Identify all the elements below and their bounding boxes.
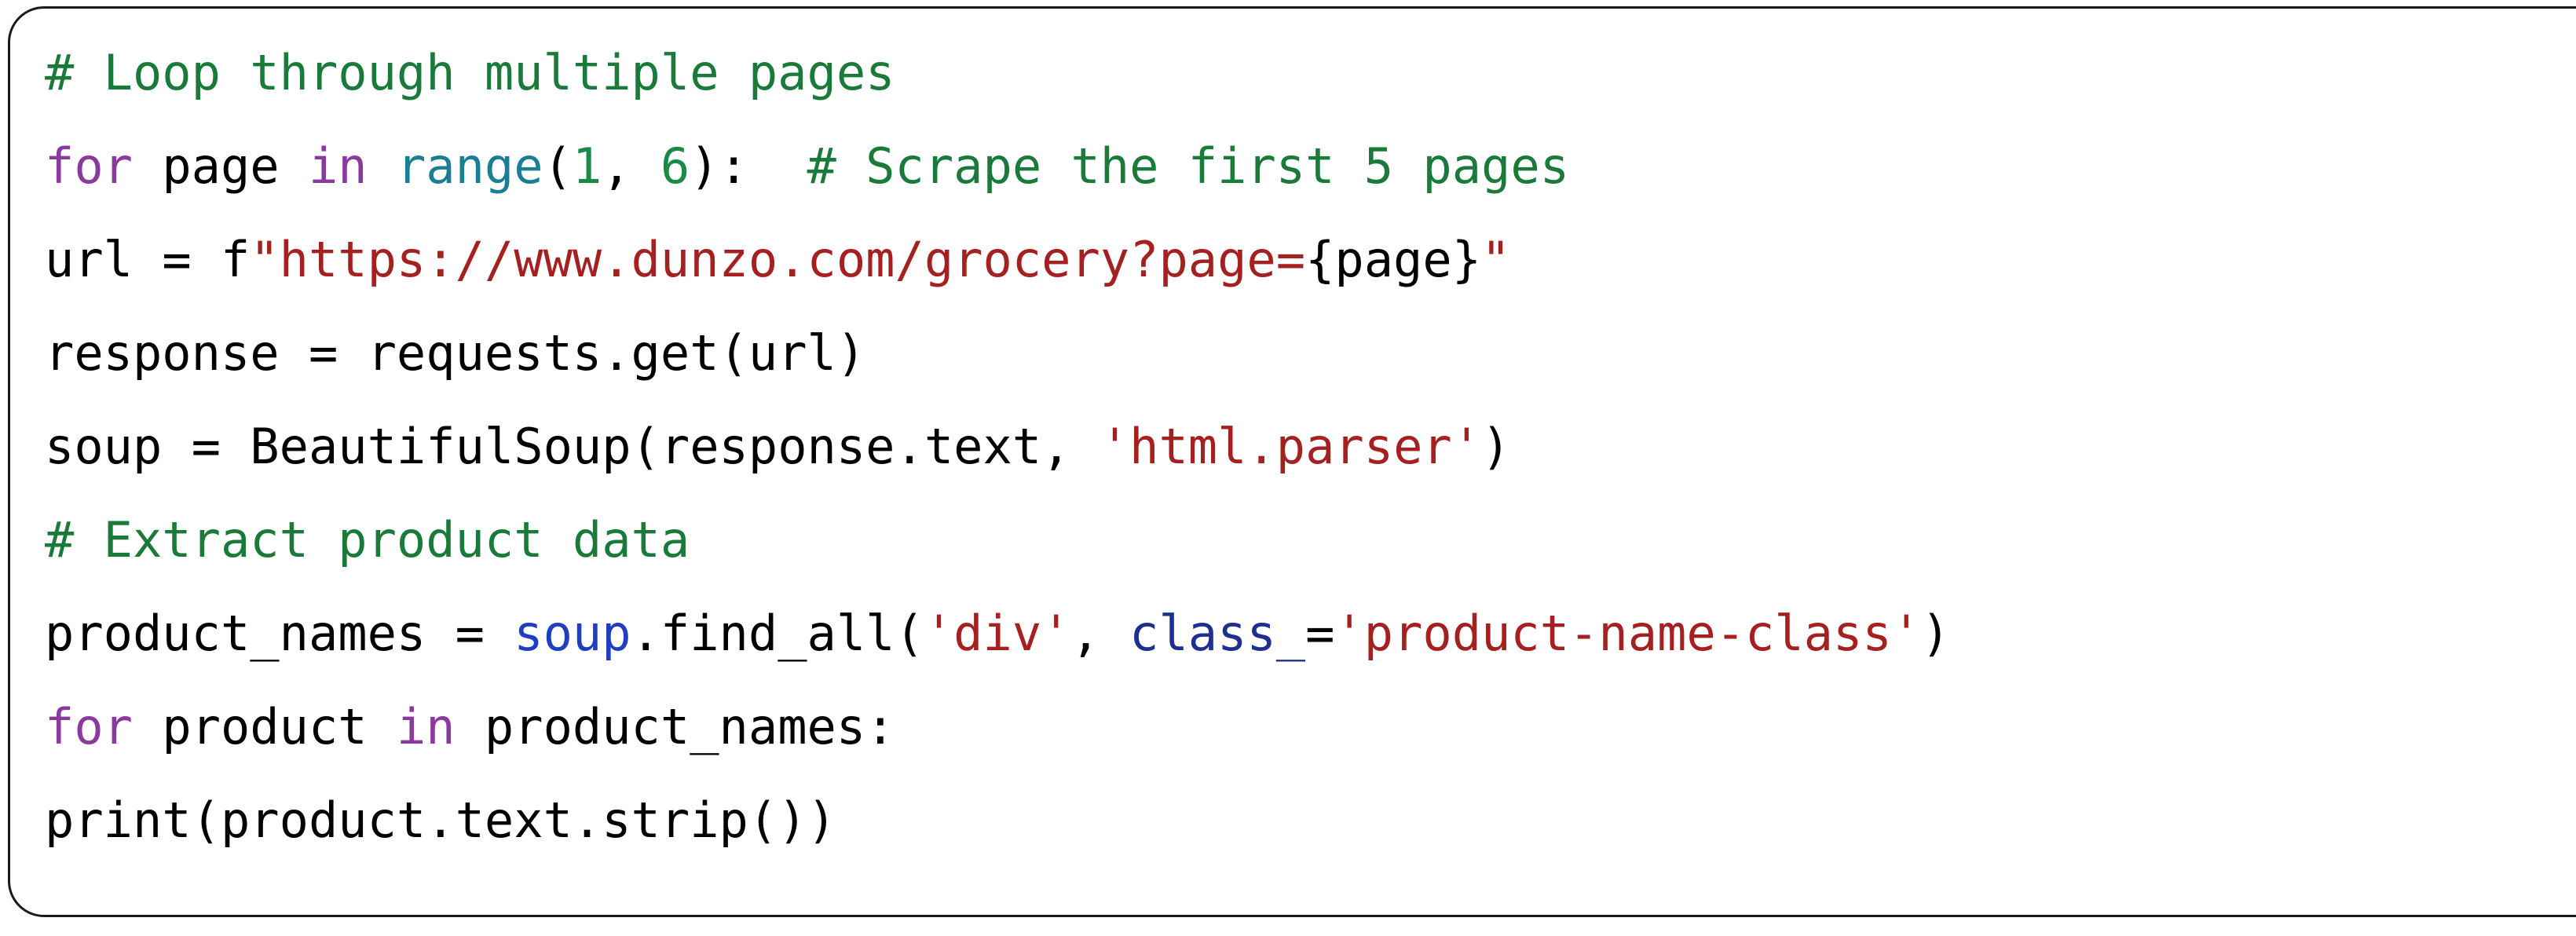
code-token-variable: product_names (484, 698, 866, 755)
code-line: for product in product_names: (45, 680, 1950, 773)
code-token-plain: = (426, 605, 514, 662)
code-line: response = requests.get(url) (45, 306, 1950, 400)
code-token-variable: response (45, 324, 280, 382)
code-line: # Extract product data (45, 493, 1950, 587)
code-token-fstring_prefix: f (220, 231, 251, 288)
code-token-plain: = (162, 231, 192, 288)
code-token-string: "https://www.dunzo.com/grocery?page= (250, 231, 1306, 288)
code-token-string: 'div' (924, 605, 1071, 662)
code-token-keyword: for (45, 137, 133, 195)
code-token-variable: product (162, 698, 368, 755)
code-token-plain: .text, (895, 418, 1100, 475)
code-token-comment: # Scrape the first 5 pages (807, 137, 1570, 195)
code-line: url = f"https://www.dunzo.com/grocery?pa… (45, 213, 1950, 306)
code-snippet-card: # Loop through multiple pages for page i… (8, 6, 2576, 917)
code-token-number: 6 (660, 137, 690, 195)
code-token-plain: ) (836, 324, 866, 382)
code-token-variable: response (660, 418, 895, 475)
code-token-plain: ) (1920, 605, 1951, 662)
code-token-interpolation: {page} (1305, 231, 1482, 288)
code-token-variable: url (748, 324, 836, 382)
code-token-string: 'html.parser' (1100, 418, 1482, 475)
code-token-plain: = (162, 418, 251, 475)
code-line: product_names = soup.find_all('div', cla… (45, 587, 1950, 680)
code-line: for page in range(1, 6): # Scrape the fi… (45, 119, 1950, 213)
code-token-plain: : (865, 698, 895, 755)
code-token-comment: # Loop through multiple pages (45, 44, 895, 101)
code-token-variable: soup (45, 418, 163, 475)
code-token-variable: url (45, 231, 133, 288)
code-token-string: 'product-name-class' (1334, 605, 1921, 662)
code-token-plain: ) (1481, 418, 1511, 475)
code-token-plain: ): (690, 137, 748, 195)
code-token-string: " (1481, 231, 1511, 288)
code-token-variable: product (220, 792, 426, 849)
code-token-print_builtin: print (45, 792, 192, 849)
code-token-plain: requests.get( (367, 324, 748, 382)
code-token-plain: .find_all( (631, 605, 924, 662)
code-token-keyword: in (308, 137, 368, 195)
code-token-soup: soup (514, 605, 631, 662)
code-token-keyword: for (45, 698, 133, 755)
code-token-variable: page (162, 137, 280, 195)
code-token-builtin: range (396, 137, 543, 195)
code-token-comment: # Extract product data (45, 511, 690, 569)
code-token-number: 1 (572, 137, 602, 195)
code-token-keyword: in (396, 698, 456, 755)
code-token-plain: ( (191, 792, 221, 849)
code-block[interactable]: # Loop through multiple pages for page i… (45, 26, 1950, 867)
code-token-plain: ( (543, 137, 573, 195)
code-token-plain: , (602, 137, 660, 195)
code-token-plain: , (1070, 605, 1130, 662)
code-line: soup = BeautifulSoup(response.text, 'htm… (45, 400, 1950, 493)
code-token-plain: = (279, 324, 368, 382)
code-line: print(product.text.strip()) (45, 773, 1950, 867)
code-token-variable: product_names (45, 605, 426, 662)
code-token-kwarg: class_ (1129, 605, 1306, 662)
code-token-plain: = (1305, 605, 1335, 662)
code-token-plain: BeautifulSoup( (250, 418, 660, 475)
code-token-plain: .text.strip()) (426, 792, 836, 849)
code-line: # Loop through multiple pages (45, 26, 1950, 119)
